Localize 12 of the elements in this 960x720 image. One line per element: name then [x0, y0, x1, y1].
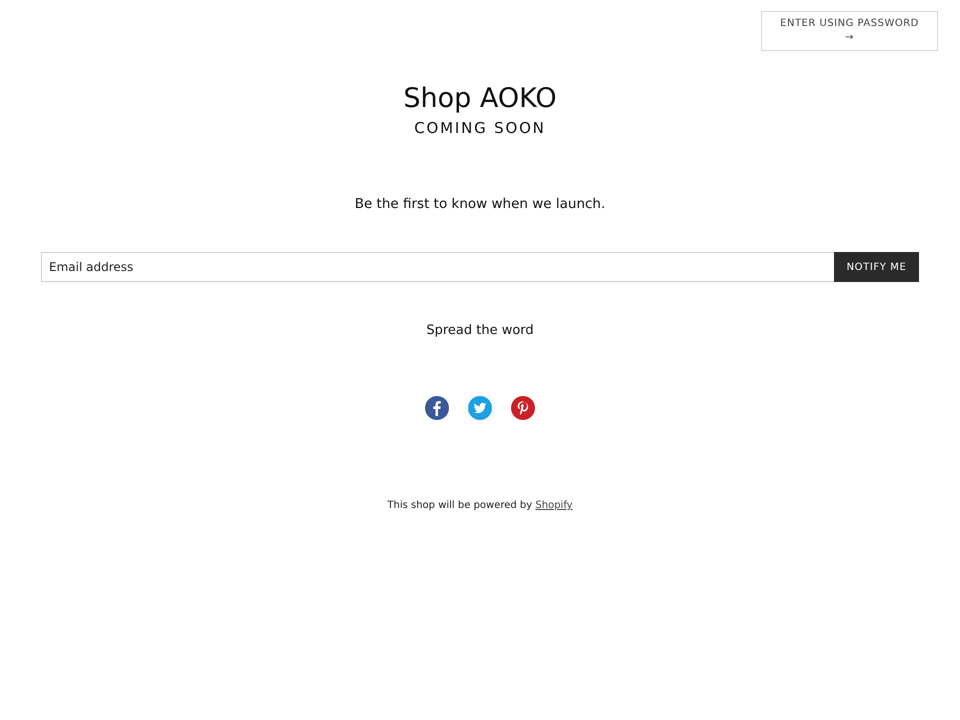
shop-title: Shop AOKO — [403, 82, 557, 116]
coming-soon-heading: COMING SOON — [414, 119, 546, 137]
tagline: Be the first to know when we launch. — [354, 196, 606, 212]
share-heading: Spread the word — [426, 323, 534, 338]
powered-by-text: This shop will be powered by Shopify — [387, 500, 573, 511]
enter-password-button[interactable]: ENTER USING PASSWORD → — [761, 11, 938, 51]
notify-button[interactable]: NOTIFY ME — [834, 252, 919, 282]
shopify-link[interactable]: Shopify — [535, 500, 573, 511]
facebook-icon[interactable] — [425, 396, 449, 420]
email-field[interactable]: Email address — [41, 252, 834, 282]
twitter-icon[interactable] — [468, 396, 492, 420]
pinterest-icon[interactable] — [511, 396, 535, 420]
